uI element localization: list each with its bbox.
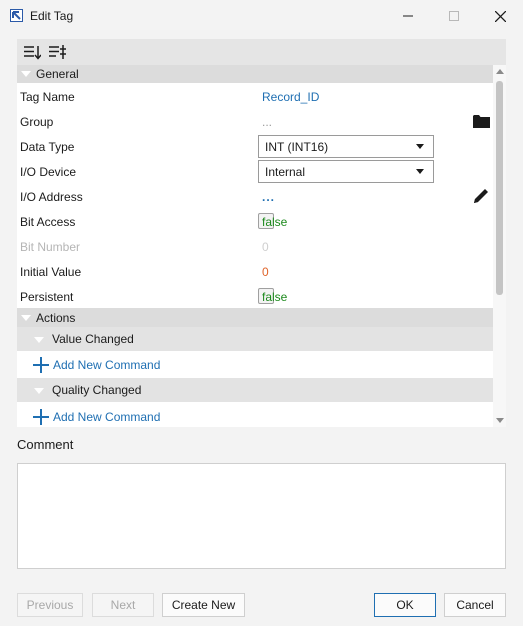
scroll-down-icon[interactable] bbox=[496, 418, 504, 423]
create-new-button[interactable]: Create New bbox=[162, 593, 245, 617]
row-label: Bit Access bbox=[20, 215, 76, 229]
row-label: I/O Device bbox=[20, 165, 77, 179]
initial-value-value[interactable]: 0 bbox=[262, 265, 269, 279]
row-initial-value: Initial Value 0 bbox=[17, 259, 493, 284]
title-bar: Edit Tag bbox=[0, 0, 523, 32]
data-type-select[interactable]: INT (INT16) bbox=[258, 135, 434, 158]
row-bit-access: Bit Access false bbox=[17, 209, 493, 234]
sort-by-category-icon[interactable] bbox=[23, 44, 41, 60]
row-label: Bit Number bbox=[20, 240, 81, 254]
add-new-command-button[interactable]: Add New Command bbox=[17, 404, 493, 427]
row-persistent: Persistent false bbox=[17, 284, 493, 309]
section-label: Value Changed bbox=[52, 332, 134, 346]
add-new-command-label: Add New Command bbox=[53, 358, 161, 372]
next-button[interactable]: Next bbox=[92, 593, 154, 617]
row-tag-name: Tag Name Record_ID bbox=[17, 84, 493, 109]
add-new-command-label: Add New Command bbox=[53, 410, 161, 424]
persistent-value: false bbox=[262, 290, 288, 304]
plus-icon bbox=[33, 409, 49, 425]
section-label: Actions bbox=[36, 311, 76, 325]
add-new-command-button[interactable]: Add New Command bbox=[17, 352, 493, 377]
row-io-address: I/O Address ... bbox=[17, 184, 493, 209]
collapse-triangle-icon[interactable] bbox=[21, 71, 31, 77]
row-label: Data Type bbox=[20, 140, 75, 154]
group-value[interactable]: ... bbox=[262, 115, 272, 129]
maximize-icon bbox=[449, 11, 459, 21]
data-type-value: INT (INT16) bbox=[265, 140, 329, 154]
row-data-type: Data Type INT (INT16) bbox=[17, 134, 493, 159]
chevron-down-icon bbox=[416, 144, 424, 149]
folder-icon[interactable] bbox=[473, 114, 490, 128]
row-io-device: I/O Device Internal bbox=[17, 159, 493, 184]
collapse-triangle-icon[interactable] bbox=[34, 388, 44, 394]
section-actions[interactable]: Actions bbox=[17, 308, 493, 327]
close-icon bbox=[494, 10, 506, 22]
comment-label: Comment bbox=[17, 437, 74, 452]
ok-button[interactable]: OK bbox=[374, 593, 436, 617]
collapse-triangle-icon[interactable] bbox=[21, 315, 31, 321]
vertical-scrollbar[interactable] bbox=[493, 65, 506, 427]
row-label: I/O Address bbox=[20, 190, 83, 204]
section-label: Quality Changed bbox=[52, 383, 142, 397]
chevron-down-icon bbox=[416, 169, 424, 174]
row-group: Group ... bbox=[17, 109, 493, 134]
row-label: Tag Name bbox=[20, 90, 75, 104]
bit-access-value: false bbox=[262, 215, 288, 229]
property-grid: General Tag Name Record_ID Group ... Dat… bbox=[17, 65, 506, 427]
collapse-triangle-icon[interactable] bbox=[34, 337, 44, 343]
io-device-value: Internal bbox=[265, 165, 306, 179]
minimize-icon bbox=[403, 15, 413, 17]
maximize-button[interactable] bbox=[431, 0, 477, 32]
section-general[interactable]: General bbox=[17, 65, 493, 83]
comment-textarea[interactable] bbox=[17, 463, 506, 569]
section-label: General bbox=[36, 67, 79, 81]
io-address-value[interactable]: ... bbox=[262, 190, 275, 204]
bit-number-value: 0 bbox=[262, 240, 269, 254]
row-label: Group bbox=[20, 115, 54, 129]
property-toolbar bbox=[17, 39, 506, 65]
scroll-up-icon[interactable] bbox=[496, 69, 504, 74]
section-quality-changed[interactable]: Quality Changed bbox=[17, 378, 493, 402]
io-device-select[interactable]: Internal bbox=[258, 160, 434, 183]
row-bit-number: Bit Number 0 bbox=[17, 234, 493, 259]
scrollbar-thumb[interactable] bbox=[496, 81, 503, 295]
sort-alphabetical-icon[interactable] bbox=[48, 44, 66, 60]
section-value-changed[interactable]: Value Changed bbox=[17, 327, 493, 351]
plus-icon bbox=[33, 357, 49, 373]
app-icon bbox=[10, 9, 23, 22]
cancel-button[interactable]: Cancel bbox=[444, 593, 506, 617]
previous-button[interactable]: Previous bbox=[17, 593, 83, 617]
row-label: Persistent bbox=[20, 290, 74, 304]
tag-name-value[interactable]: Record_ID bbox=[262, 90, 319, 104]
minimize-button[interactable] bbox=[385, 0, 431, 32]
row-label: Initial Value bbox=[20, 265, 82, 279]
window-title: Edit Tag bbox=[30, 9, 74, 23]
pencil-icon[interactable] bbox=[472, 187, 490, 205]
close-button[interactable] bbox=[477, 0, 523, 32]
